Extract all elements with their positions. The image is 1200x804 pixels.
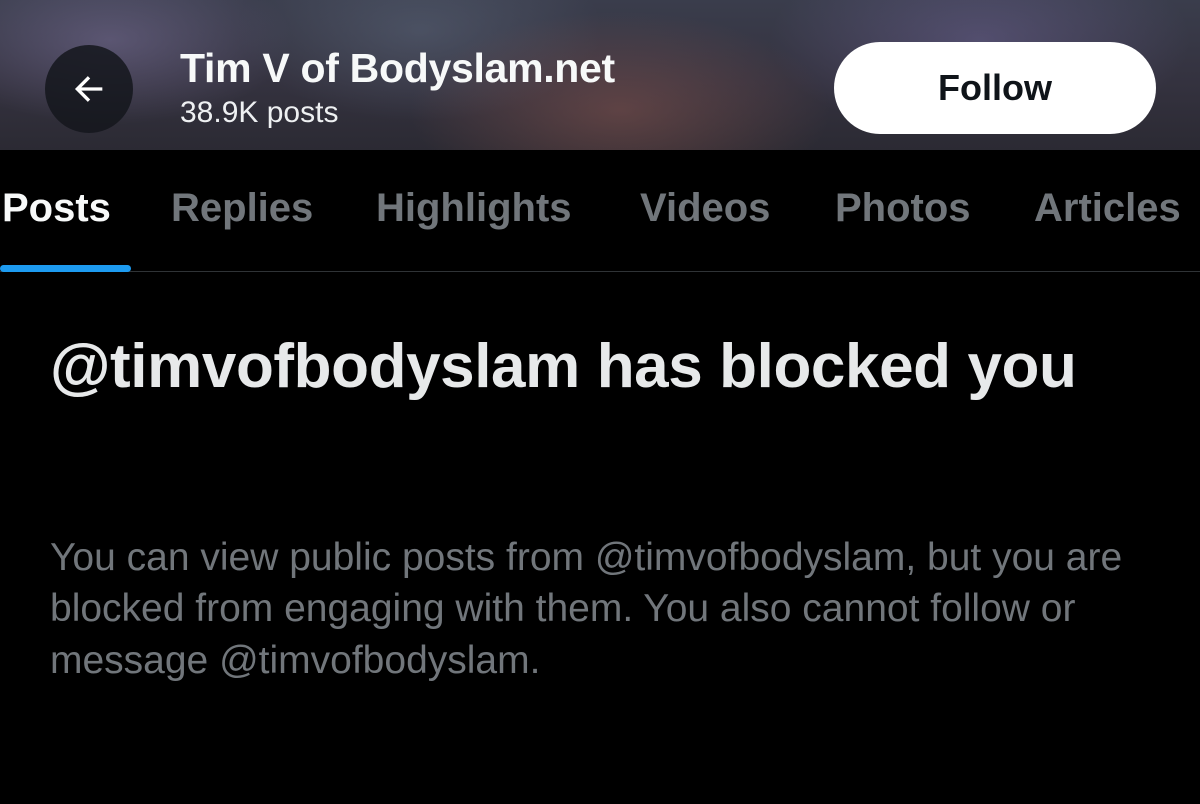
back-button[interactable]: [45, 45, 133, 133]
post-count: 38.9K posts: [180, 96, 339, 129]
arrow-left-icon: [69, 69, 109, 109]
tab-videos[interactable]: Videos: [640, 188, 770, 228]
follow-button[interactable]: Follow: [834, 42, 1156, 134]
tab-photos[interactable]: Photos: [835, 188, 971, 228]
tab-replies[interactable]: Replies: [171, 188, 313, 228]
tab-highlights[interactable]: Highlights: [376, 188, 572, 228]
profile-name: Tim V of Bodyslam.net: [180, 45, 615, 91]
active-tab-indicator: [0, 265, 131, 272]
tab-posts[interactable]: Posts: [2, 188, 111, 228]
tab-articles[interactable]: Articles: [1034, 188, 1181, 228]
profile-header: Tim V of Bodyslam.net 38.9K posts Follow: [0, 0, 1200, 150]
profile-tabs: Posts Replies Highlights Videos Photos A…: [0, 150, 1200, 272]
profile-title-block: Tim V of Bodyslam.net 38.9K posts: [180, 48, 615, 128]
blocked-message: You can view public posts from @timvofbo…: [50, 536, 1123, 682]
blocked-heading: @timvofbodyslam has blocked you: [50, 332, 1077, 401]
